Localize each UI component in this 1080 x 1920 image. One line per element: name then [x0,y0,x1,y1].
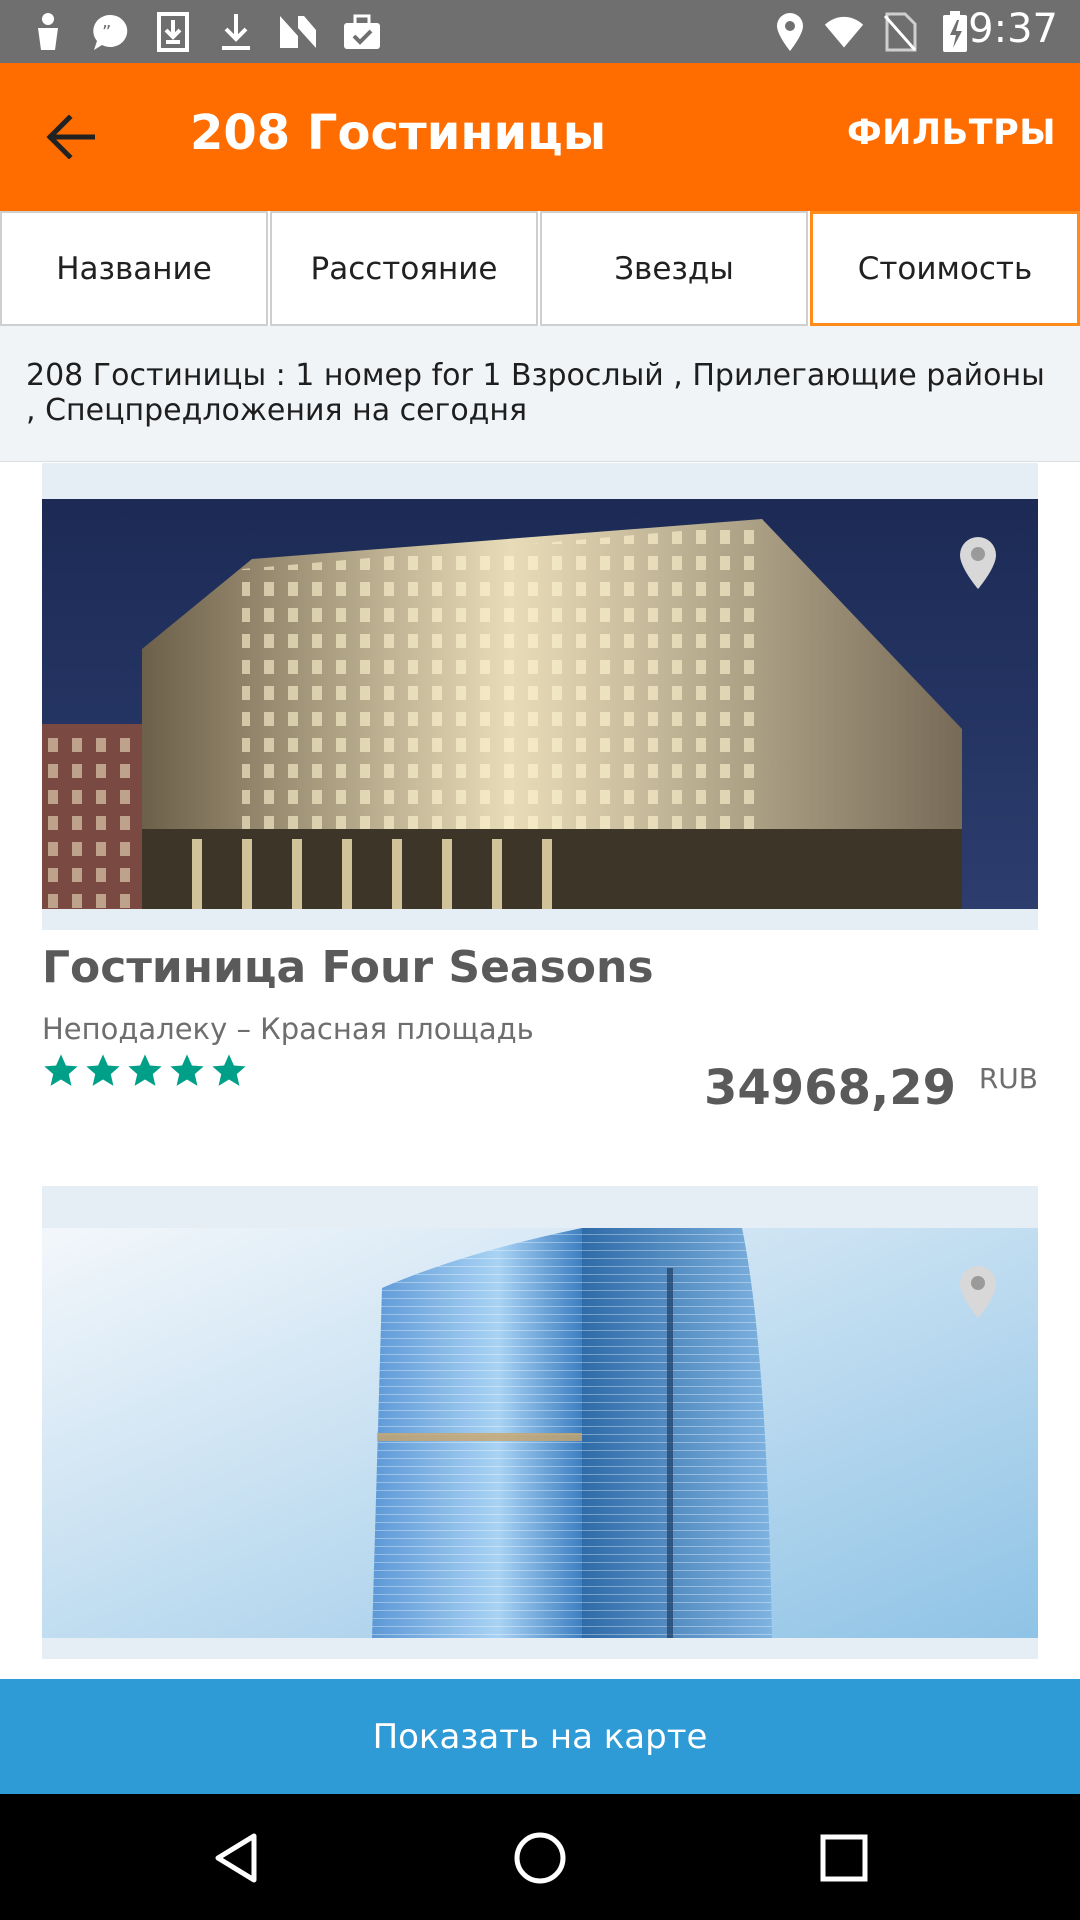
star-icon [212,1054,246,1086]
briefcase-check-icon [342,12,382,52]
download-icon [216,12,256,52]
arrow-back-icon [45,114,96,163]
hotel-photo [42,1228,1038,1638]
svg-text:”: ” [102,22,111,43]
hotel-area: Неподалеку – Красная площадь [42,1012,534,1046]
map-pin-icon[interactable] [958,535,998,591]
sort-tab-name[interactable]: Название [0,211,268,326]
hotel-star-rating [42,1052,248,1090]
person-icon [28,12,68,52]
n-logo-icon [278,12,318,52]
page-title: 208 Гостиницы [190,105,607,161]
wifi-icon [824,12,864,52]
download-box-icon [153,12,193,52]
filters-button[interactable]: ФИЛЬТРЫ [847,113,1056,153]
star-icon [170,1054,204,1086]
status-bar: ” 9:37 [0,0,1080,63]
no-sim-icon [880,12,920,52]
sort-tab-stars[interactable]: Звезды [540,211,808,326]
star-icon [128,1054,162,1086]
hotel-card-image[interactable] [42,463,1038,930]
star-icon [44,1054,78,1086]
system-nav-bar [0,1794,1080,1920]
search-summary: 208 Гостиницы : 1 номер for 1 Взрослый ,… [0,326,1080,462]
back-button[interactable] [30,99,110,179]
hotel-photo [42,499,1038,909]
hotel-price: 34968,29 [703,1060,956,1116]
hotel-list-screen: ” 9:37 208 Гостиницы ФИЛЬТРЫ Название Ра… [0,0,1080,1920]
sort-tabs: Название Расстояние Звезды Стоимость [0,211,1080,326]
quote-icon: ” [90,12,130,52]
star-icon [86,1054,120,1086]
sort-tab-distance[interactable]: Расстояние [270,211,538,326]
sort-tab-price[interactable]: Стоимость [810,211,1080,326]
show-on-map-button[interactable]: Показать на карте [0,1679,1080,1794]
back-triangle-icon[interactable] [200,1822,272,1894]
status-time: 9:37 [968,6,1058,52]
app-bar: 208 Гостиницы ФИЛЬТРЫ [0,63,1080,211]
price-currency: RUB [978,1062,1038,1095]
map-pin-icon[interactable] [958,1264,998,1320]
hotel-card-image[interactable] [42,1186,1038,1659]
location-icon [770,12,810,52]
recents-square-icon[interactable] [808,1822,880,1894]
hotel-name[interactable]: Гостиница Four Seasons [42,942,654,993]
home-circle-icon[interactable] [504,1822,576,1894]
